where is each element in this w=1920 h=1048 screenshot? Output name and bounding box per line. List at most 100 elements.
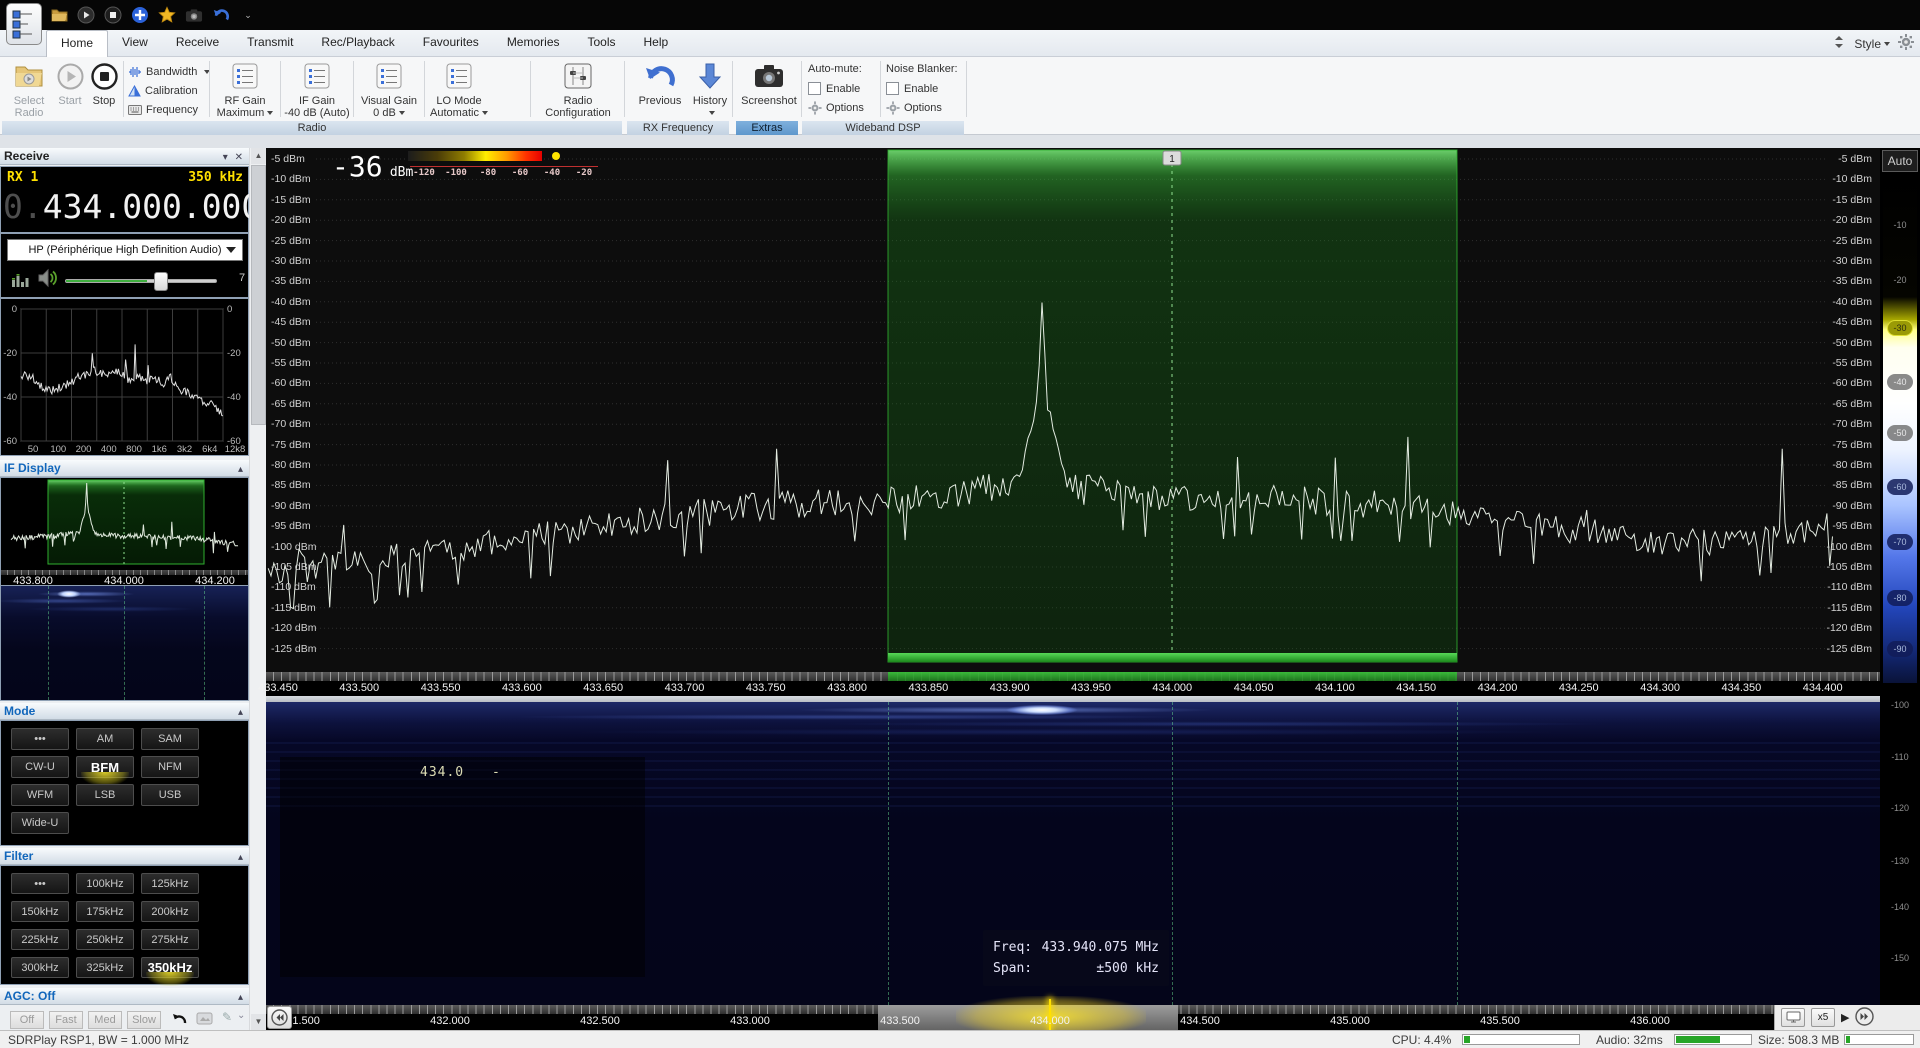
mode-button-nfm[interactable]: NFM	[141, 756, 199, 778]
volume-slider[interactable]	[65, 279, 217, 283]
noise-blanker-enable[interactable]: Enable	[886, 82, 938, 95]
chevron-down-icon[interactable]: ⌄	[237, 1010, 245, 1021]
open-folder-icon[interactable]	[50, 6, 68, 24]
passband-bottom-bar[interactable]	[888, 653, 1457, 662]
edit-icon[interactable]: ✎	[222, 1010, 232, 1024]
mode-panel-header[interactable]: Mode▴	[0, 703, 249, 720]
agc-button-slow[interactable]: Slow	[127, 1011, 161, 1029]
mode-button-cwu[interactable]: CW-U	[11, 756, 69, 778]
filter-button-275khz[interactable]: 275kHz	[141, 929, 199, 950]
export-icon[interactable]	[196, 1012, 213, 1028]
mode-button-wideu[interactable]: Wide-U	[11, 812, 69, 834]
filter-button-225khz[interactable]: 225kHz	[11, 929, 69, 950]
mode-button-am[interactable]: AM	[76, 728, 134, 750]
bandwidth-button[interactable]: Bandwidth	[128, 62, 212, 81]
tab-tools[interactable]: Tools	[574, 30, 630, 57]
mode-button-bfm[interactable]: BFM	[76, 756, 134, 778]
waterfall-speed-button[interactable]: x5	[1811, 1008, 1835, 1027]
agc-panel-header[interactable]: AGC: Off▴	[0, 988, 249, 1005]
mode-button-[interactable]: •••	[11, 728, 69, 750]
panel-menu-icon[interactable]: ▾	[223, 152, 228, 163]
waterfall-frequency-ruler[interactable]: 431.500432.000432.500433.000433.500434.0…	[266, 1005, 1920, 1030]
filter-button-350khz[interactable]: 350kHz	[141, 957, 199, 978]
speaker-icon[interactable]	[37, 268, 59, 291]
if-spectrum-graph[interactable]	[1, 478, 248, 570]
lo-mode-button[interactable]: LO ModeAutomatic	[426, 59, 492, 119]
filter-button-250khz[interactable]: 250kHz	[76, 929, 134, 950]
auto-mute-enable-checkbox[interactable]	[808, 82, 821, 95]
tab-home[interactable]: Home	[46, 30, 108, 57]
start-button[interactable]: Start	[54, 59, 86, 107]
agc-button-off[interactable]: Off	[10, 1011, 44, 1029]
filter-button-125khz[interactable]: 125kHz	[141, 873, 199, 894]
main-spectrum-display[interactable]: 1 -5 dBm-10 dBm-15 dBm-20 dBm-25 dBm-30 …	[266, 148, 1880, 696]
auto-mute-options[interactable]: Options	[808, 101, 864, 115]
display-settings-icon[interactable]	[1781, 1008, 1805, 1027]
settings-gear-icon[interactable]	[1898, 34, 1914, 53]
favourite-star-icon[interactable]	[158, 6, 176, 24]
visual-gain-button[interactable]: Visual Gain0 dB	[355, 59, 423, 119]
tab-favourites[interactable]: Favourites	[409, 30, 493, 57]
collapse-ribbon-icon[interactable]	[1832, 34, 1846, 53]
noise-blanker-options[interactable]: Options	[886, 101, 942, 115]
scroll-up-icon[interactable]: ▲	[251, 148, 266, 164]
stop-icon[interactable]	[104, 6, 122, 24]
sidebar-scrollbar[interactable]: ▲ ▼	[249, 148, 266, 1030]
tab-receive[interactable]: Receive	[162, 30, 233, 57]
scroll-left-button[interactable]	[267, 1006, 292, 1029]
style-button[interactable]: Style	[1854, 37, 1890, 51]
mode-button-wfm[interactable]: WFM	[11, 784, 69, 806]
mode-button-lsb[interactable]: LSB	[76, 784, 134, 806]
collapse-panel-icon[interactable]: ▴	[238, 462, 243, 477]
spectrum-frequency-ruler[interactable]: 433.450433.500433.550433.600433.650433.7…	[266, 672, 1880, 696]
filter-button-[interactable]: •••	[11, 873, 69, 894]
fast-forward-icon[interactable]	[1855, 1007, 1874, 1029]
undo-arrow-icon[interactable]	[170, 1011, 188, 1029]
auto-mute-enable[interactable]: Enable	[808, 82, 860, 95]
scroll-down-icon[interactable]: ▼	[251, 1014, 266, 1030]
mode-button-sam[interactable]: SAM	[141, 728, 199, 750]
if-waterfall[interactable]	[0, 586, 249, 701]
waterfall-palette-control[interactable]: Auto -10-20-30-40-50-60-70-80-90-100-110…	[1880, 148, 1920, 1005]
collapse-panel-icon[interactable]: ▴	[238, 705, 243, 720]
filter-button-325khz[interactable]: 325kHz	[76, 957, 134, 978]
noise-blanker-enable-checkbox[interactable]	[886, 82, 899, 95]
application-menu-button[interactable]	[6, 3, 42, 45]
undo-icon[interactable]	[212, 6, 230, 24]
previous-frequency-button[interactable]: Previous	[632, 59, 688, 107]
filter-panel-header[interactable]: Filter▴	[0, 848, 249, 865]
frequency-button[interactable]: Frequency	[128, 100, 212, 119]
camera-icon[interactable]	[185, 6, 203, 24]
play-icon[interactable]	[77, 6, 95, 24]
agc-button-med[interactable]: Med	[88, 1011, 122, 1029]
calibration-button[interactable]: Calibration	[128, 81, 212, 100]
tab-view[interactable]: View	[108, 30, 162, 57]
filter-button-200khz[interactable]: 200kHz	[141, 901, 199, 922]
scrollbar-thumb[interactable]	[251, 165, 266, 425]
radio-configuration-button[interactable]: RadioConfiguration	[536, 59, 620, 119]
if-display-header[interactable]: IF Display▴	[0, 460, 249, 477]
panel-close-icon[interactable]: ✕	[235, 152, 243, 163]
play-arrow-icon[interactable]: ▶	[1841, 1011, 1849, 1024]
collapse-panel-icon[interactable]: ▴	[238, 850, 243, 865]
tab-transmit[interactable]: Transmit	[233, 30, 307, 57]
tab-rec-playback[interactable]: Rec/Playback	[307, 30, 408, 57]
filter-button-100khz[interactable]: 100kHz	[76, 873, 134, 894]
mode-button-usb[interactable]: USB	[141, 784, 199, 806]
main-waterfall[interactable]: 434.0 - Freq:433.940.075 MHz Span:±500 k…	[266, 702, 1880, 1005]
agc-button-fast[interactable]: Fast	[49, 1011, 83, 1029]
add-icon[interactable]	[131, 6, 149, 24]
rf-gain-button[interactable]: RF GainMaximum	[212, 59, 278, 119]
receive-panel-header[interactable]: Receive ▾ ✕	[0, 148, 249, 165]
select-radio-button[interactable]: SelectRadio	[6, 59, 52, 119]
equalizer-icon[interactable]	[11, 270, 31, 291]
audio-device-select[interactable]: HP (Périphérique High Definition Audio)	[7, 239, 243, 261]
volume-slider-thumb[interactable]	[154, 272, 168, 291]
collapse-panel-icon[interactable]: ▴	[238, 990, 243, 1005]
tab-memories[interactable]: Memories	[493, 30, 574, 57]
screenshot-button[interactable]: Screenshot	[740, 59, 798, 107]
filter-button-175khz[interactable]: 175kHz	[76, 901, 134, 922]
tab-help[interactable]: Help	[630, 30, 683, 57]
auto-range-button[interactable]: Auto	[1882, 150, 1918, 172]
qat-more-icon[interactable]: ⌄	[239, 6, 257, 24]
